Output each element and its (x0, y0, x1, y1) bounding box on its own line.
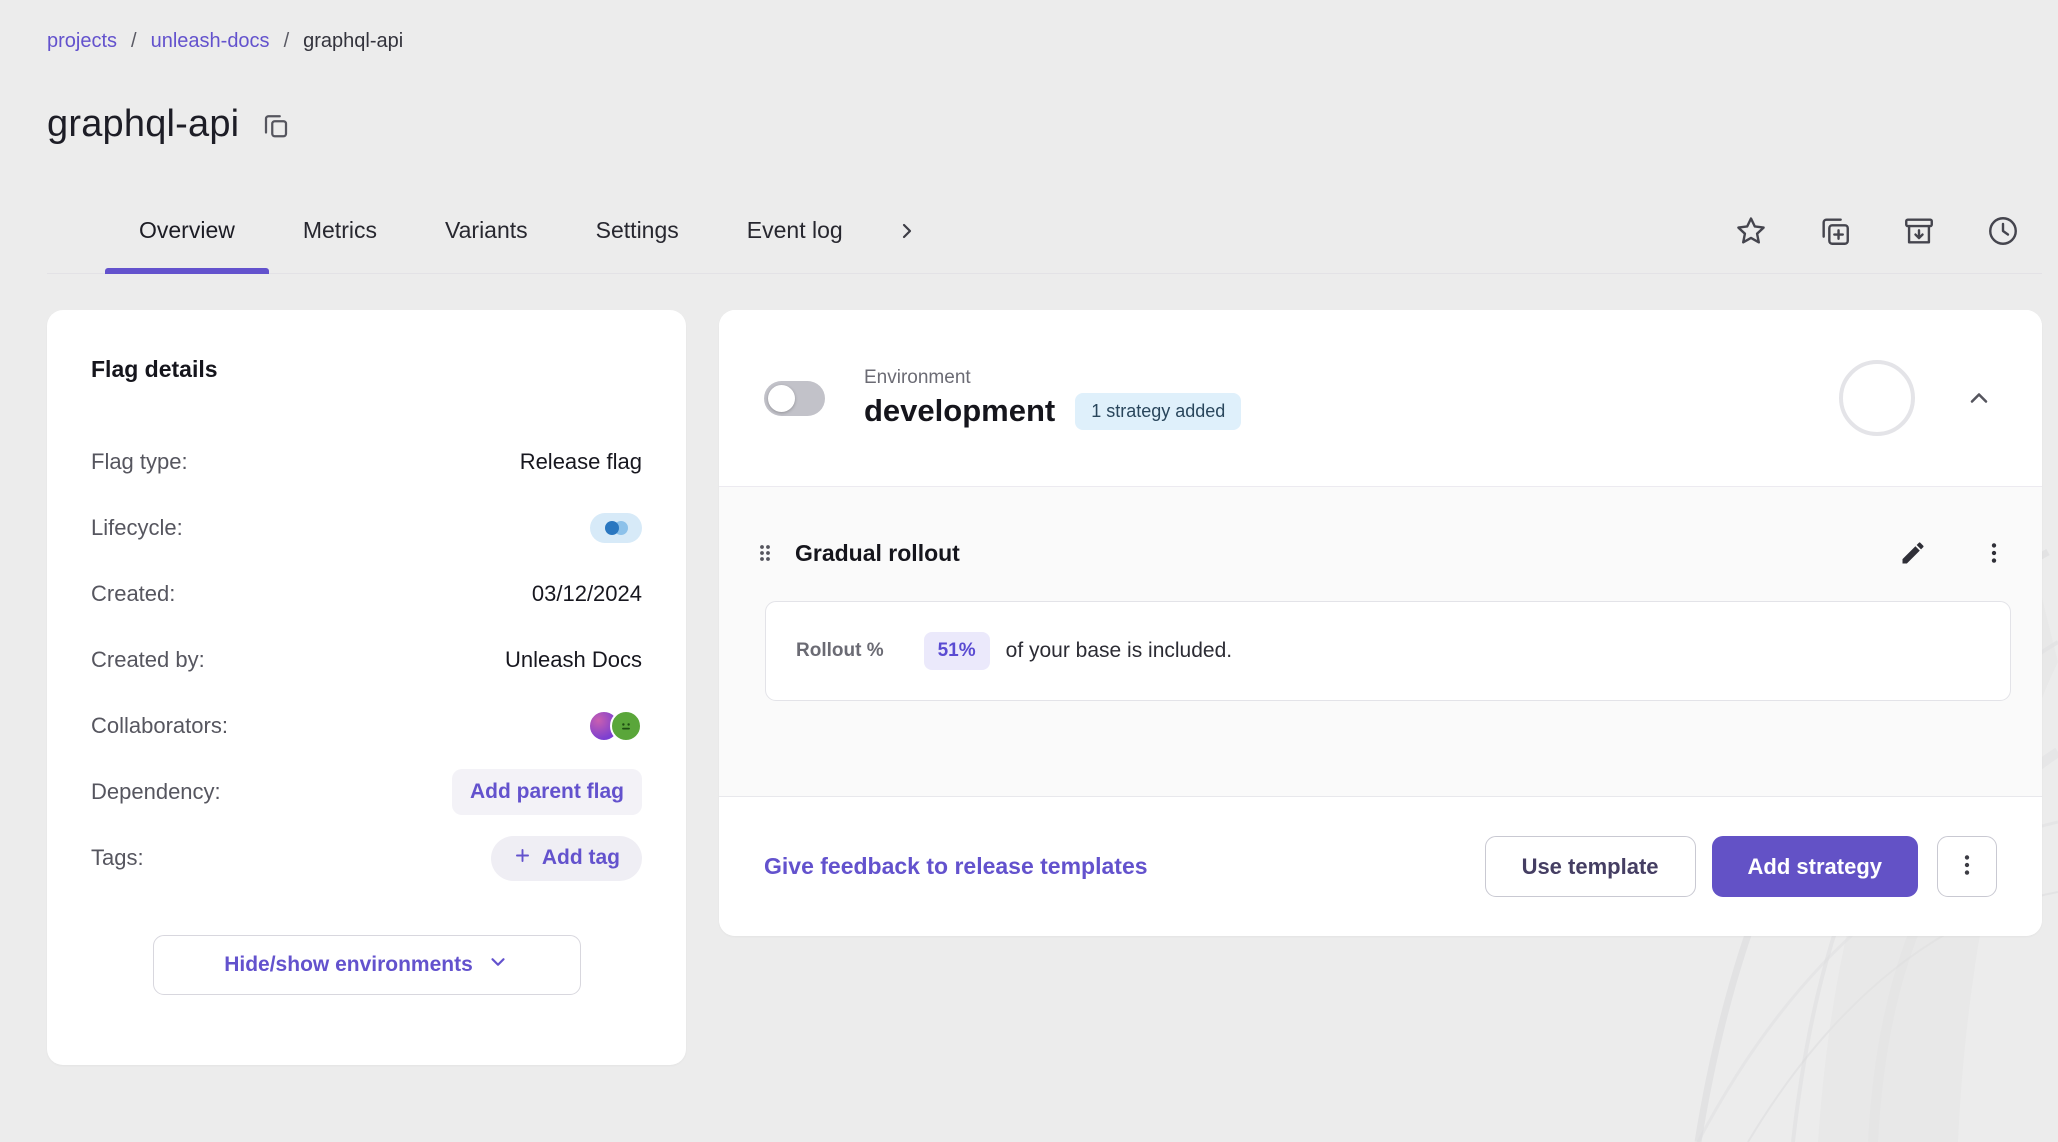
breadcrumb-link-unleash-docs[interactable]: unleash-docs (151, 30, 270, 53)
tabs-row: Overview Metrics Variants Settings Event… (47, 188, 2042, 274)
strategy-section: Gradual rollout (719, 487, 2042, 796)
collapse-environment-button[interactable] (1961, 380, 1997, 416)
created-by-value: Unleash Docs (505, 647, 642, 673)
copy-flag-name-button[interactable] (257, 106, 295, 144)
main-area: Flag details Flag type: Release flag Lif… (47, 310, 2042, 1065)
flag-details-title: Flag details (91, 356, 642, 383)
flag-type-label: Flag type: (91, 449, 188, 475)
dependency-label: Dependency: (91, 779, 221, 805)
collaborators-label: Collaborators: (91, 713, 228, 739)
strategy-title: Gradual rollout (795, 540, 960, 567)
copy-icon (261, 110, 291, 140)
clone-flag-button[interactable] (1814, 210, 1856, 252)
created-row: Created: 03/12/2024 (91, 561, 642, 627)
content: projects / unleash-docs / graphql-api gr… (0, 0, 2058, 1065)
header-actions (1730, 188, 2042, 273)
created-by-row: Created by: Unleash Docs (91, 627, 642, 693)
drag-handle-icon[interactable] (749, 537, 781, 569)
tab-list: Overview Metrics Variants Settings Event… (105, 188, 923, 273)
tags-label: Tags: (91, 845, 144, 871)
archive-flag-button[interactable] (1898, 210, 1940, 252)
add-tag-label: Add tag (542, 846, 620, 870)
hide-show-label: Hide/show environments (224, 953, 473, 977)
chevron-down-icon (487, 951, 509, 979)
dependency-row: Dependency: Add parent flag (91, 759, 642, 825)
environment-name: development (864, 393, 1055, 429)
lifecycle-label: Lifecycle: (91, 515, 183, 541)
rollout-description: of your base is included. (1006, 639, 1232, 663)
environment-card: Environment development 1 strategy added (719, 310, 2042, 936)
breadcrumb-separator: / (131, 30, 137, 53)
environment-header: Environment development 1 strategy added (719, 310, 2042, 486)
toggle-knob (768, 385, 795, 412)
edit-strategy-button[interactable] (1895, 535, 1931, 571)
rollout-card: Rollout % 51% of your base is included. (765, 601, 2011, 701)
page: projects / unleash-docs / graphql-api gr… (0, 0, 2058, 1142)
flag-type-row: Flag type: Release flag (91, 429, 642, 495)
breadcrumb-separator: / (284, 30, 290, 53)
chevron-right-icon (895, 219, 919, 243)
kebab-icon (1981, 540, 2007, 566)
kebab-icon (1954, 852, 1980, 881)
tab-settings[interactable]: Settings (562, 188, 713, 273)
created-value: 03/12/2024 (532, 581, 642, 607)
rollout-label: Rollout % (796, 640, 884, 662)
strategy-header: Gradual rollout (749, 535, 2011, 571)
flag-type-value: Release flag (520, 449, 642, 475)
avatar (610, 710, 642, 742)
breadcrumb: projects / unleash-docs / graphql-api (47, 0, 2042, 53)
created-by-label: Created by: (91, 647, 205, 673)
pencil-icon (1899, 539, 1927, 567)
environment-header-right (1839, 360, 1997, 436)
tabs-overflow-button[interactable] (891, 215, 923, 247)
tab-overview[interactable]: Overview (105, 188, 269, 273)
feedback-link[interactable]: Give feedback to release templates (764, 853, 1148, 880)
clock-icon (1986, 214, 2020, 248)
environment-label: Environment (864, 367, 1241, 389)
environment-toggle[interactable] (764, 381, 825, 416)
rollout-percentage-badge: 51% (924, 632, 990, 670)
use-template-button[interactable]: Use template (1485, 836, 1696, 897)
collaborators-row: Collaborators: (91, 693, 642, 759)
breadcrumb-current: graphql-api (303, 30, 403, 53)
strategy-count-badge: 1 strategy added (1075, 393, 1241, 430)
strategy-actions (1895, 535, 2011, 571)
flag-details-card: Flag details Flag type: Release flag Lif… (47, 310, 686, 1065)
created-label: Created: (91, 581, 175, 607)
add-parent-flag-button[interactable]: Add parent flag (452, 769, 642, 815)
tab-metrics[interactable]: Metrics (269, 188, 411, 273)
archive-icon (1902, 214, 1936, 248)
star-icon (1734, 214, 1768, 248)
title-row: graphql-api (47, 103, 2042, 146)
strategy-menu-button[interactable] (1977, 536, 2011, 570)
add-tag-button[interactable]: Add tag (491, 836, 642, 881)
tags-row: Tags: Add tag (91, 825, 642, 891)
copy-plus-icon (1818, 214, 1852, 248)
lifecycle-row: Lifecycle: (91, 495, 642, 561)
hide-show-environments-button[interactable]: Hide/show environments (153, 935, 581, 995)
environment-footer: Give feedback to release templates Use t… (719, 796, 2042, 936)
environment-text: Environment development 1 strategy added (864, 367, 1241, 430)
tab-variants[interactable]: Variants (411, 188, 562, 273)
favorite-button[interactable] (1730, 210, 1772, 252)
history-button[interactable] (1982, 210, 2024, 252)
environment-footer-actions: Use template Add strategy (1485, 836, 1997, 897)
environment-footer-menu-button[interactable] (1937, 836, 1997, 897)
add-strategy-button[interactable]: Add strategy (1712, 836, 1918, 897)
chevron-up-icon (1965, 384, 1993, 412)
breadcrumb-link-projects[interactable]: projects (47, 30, 117, 53)
collaborator-avatars[interactable] (588, 710, 642, 742)
exposure-donut (1839, 360, 1915, 436)
page-title: graphql-api (47, 103, 239, 146)
plus-icon (513, 846, 532, 871)
lifecycle-stage-icon[interactable] (590, 513, 642, 543)
tab-event-log[interactable]: Event log (713, 188, 877, 273)
